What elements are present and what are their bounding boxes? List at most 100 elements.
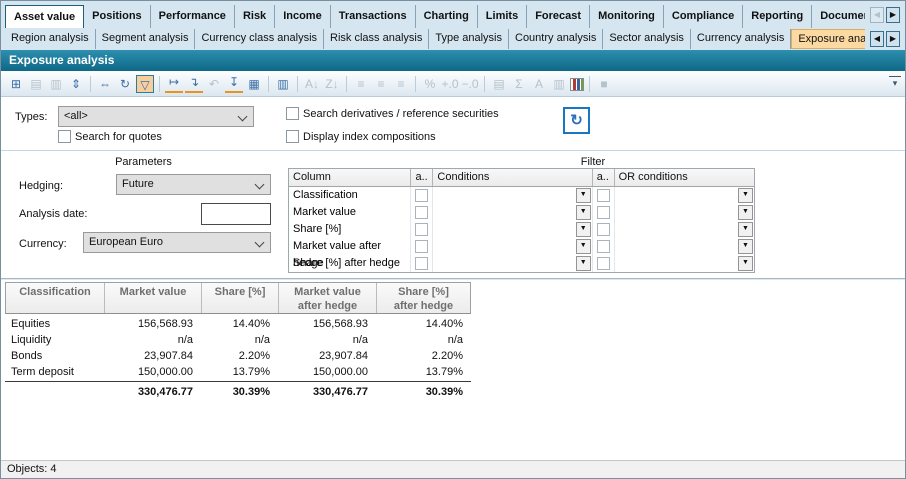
filter-or-conditions-combo[interactable]: ▼ (615, 187, 754, 204)
dropdown-arrow-icon[interactable]: ▼ (576, 222, 591, 237)
dropdown-arrow-icon[interactable]: ▼ (738, 188, 753, 203)
font-icon[interactable]: A (530, 75, 548, 93)
refresh-view-icon[interactable]: ↻ (116, 75, 134, 93)
align-center-icon[interactable]: ≡ (372, 75, 390, 93)
update-chart-icon[interactable]: ▦ (245, 75, 263, 93)
results-header-cell[interactable]: Share [%] after hedge (377, 283, 470, 313)
dropdown-arrow-icon[interactable]: ▼ (576, 239, 591, 254)
dropdown-arrow-icon[interactable]: ▼ (576, 256, 591, 271)
results-header-cell[interactable]: Share [%] (202, 283, 279, 313)
refresh-button[interactable]: ↻ (563, 107, 590, 134)
tab-document-archive[interactable]: Document arcl (812, 5, 865, 28)
tab-positions[interactable]: Positions (84, 5, 151, 28)
undo-icon[interactable]: ↶ (205, 75, 223, 93)
analysis-date-input[interactable] (201, 203, 271, 225)
results-header-cell[interactable]: Market value after hedge (279, 283, 377, 313)
filter-conditions-combo[interactable]: ▼ (433, 204, 592, 221)
tab-monitoring[interactable]: Monitoring (590, 5, 664, 28)
secondary-tabs-scroll-left-button[interactable]: ◀ (870, 31, 884, 47)
filter-or-checkbox[interactable] (597, 223, 610, 236)
bar-chart-icon[interactable] (570, 78, 584, 91)
tab-reporting[interactable]: Reporting (743, 5, 812, 28)
search-for-quotes-checkbox[interactable] (58, 130, 71, 143)
primary-tabs-scroll-left-button[interactable]: ◀ (870, 7, 884, 23)
align-right-icon[interactable]: ≡ (392, 75, 410, 93)
sum-icon[interactable]: Σ (510, 75, 528, 93)
dropdown-arrow-icon[interactable]: ▼ (576, 188, 591, 203)
filter-conditions-combo[interactable]: ▼ (433, 187, 592, 204)
maximize-view-icon[interactable]: ▤ (27, 75, 45, 93)
percent-format-icon[interactable]: % (421, 75, 439, 93)
secondary-tabs-scroll-right-button[interactable]: ▶ (886, 31, 900, 47)
filter-or-checkbox[interactable] (597, 206, 610, 219)
filter-or-conditions-combo[interactable]: ▼ (615, 255, 754, 272)
insert-column-icon[interactable]: ↦ (165, 75, 183, 93)
subtab-type-analysis[interactable]: Type analysis (429, 29, 509, 49)
filter-or-checkbox[interactable] (597, 189, 610, 202)
insert-row-icon[interactable]: ↴ (185, 75, 203, 93)
subtab-region-analysis[interactable]: Region analysis (5, 29, 96, 49)
dropdown-arrow-icon[interactable]: ▼ (738, 222, 753, 237)
subtab-sector-analysis[interactable]: Sector analysis (603, 29, 691, 49)
fit-width-icon[interactable]: ⇔ (96, 75, 114, 93)
filter-and-checkbox[interactable] (415, 206, 428, 219)
filter-or-conditions-combo[interactable]: ▼ (615, 238, 754, 255)
tab-performance[interactable]: Performance (151, 5, 235, 28)
filter-or-conditions-combo[interactable]: ▼ (615, 221, 754, 238)
table-row[interactable]: Term deposit 150,000.00 13.79% 150,000.0… (5, 364, 471, 380)
hedging-select[interactable]: Future (116, 174, 271, 195)
increase-decimals-icon[interactable]: +.0 (441, 75, 459, 93)
types-select[interactable]: <all> (58, 106, 254, 127)
dropdown-arrow-icon[interactable]: ▼ (738, 205, 753, 220)
display-index-compositions-checkbox[interactable] (286, 130, 299, 143)
row-settings-icon[interactable]: ▤ (490, 75, 508, 93)
subtab-segment-analysis[interactable]: Segment analysis (96, 29, 196, 49)
tab-forecast[interactable]: Forecast (527, 5, 590, 28)
results-header-cell[interactable]: Classification (6, 283, 105, 313)
column-settings-icon[interactable]: ▥ (550, 75, 568, 93)
sort-ascending-icon[interactable]: A↓ (303, 75, 321, 93)
currency-select[interactable]: European Euro (83, 232, 271, 253)
dropdown-arrow-icon[interactable]: ▼ (738, 239, 753, 254)
tab-risk[interactable]: Risk (235, 5, 275, 28)
tab-transactions[interactable]: Transactions (331, 5, 416, 28)
subtab-country-analysis[interactable]: Country analysis (509, 29, 603, 49)
tab-asset-value[interactable]: Asset value (5, 5, 84, 28)
filter-or-checkbox[interactable] (597, 240, 610, 253)
filter-and-checkbox[interactable] (415, 257, 428, 270)
filter-or-conditions-combo[interactable]: ▼ (615, 204, 754, 221)
subtab-currency-class-analysis[interactable]: Currency class analysis (195, 29, 324, 49)
filter-icon[interactable]: ▽ (136, 75, 154, 93)
table-row[interactable]: Bonds 23,907.84 2.20% 23,907.84 2.20% (5, 348, 471, 364)
primary-tabs-scroll-right-button[interactable]: ▶ (886, 7, 900, 23)
filter-and-checkbox[interactable] (415, 189, 428, 202)
filter-conditions-combo[interactable]: ▼ (433, 238, 592, 255)
export-report-icon[interactable]: ⊞ (7, 75, 25, 93)
toolbar-overflow-button[interactable]: ▾ (889, 76, 901, 91)
tab-charting[interactable]: Charting (416, 5, 478, 28)
filter-conditions-combo[interactable]: ▼ (433, 255, 592, 272)
filter-or-checkbox[interactable] (597, 257, 610, 270)
stop-icon[interactable]: ■ (595, 75, 613, 93)
decrease-decimals-icon[interactable]: −.0 (461, 75, 479, 93)
tab-limits[interactable]: Limits (478, 5, 527, 28)
subtab-risk-class-analysis[interactable]: Risk class analysis (324, 29, 429, 49)
sort-descending-icon[interactable]: Z↓ (323, 75, 341, 93)
filter-and-checkbox[interactable] (415, 240, 428, 253)
table-row[interactable]: Equities 156,568.93 14.40% 156,568.93 14… (5, 316, 471, 332)
import-data-icon[interactable]: ↧ (225, 75, 243, 93)
restore-view-icon[interactable]: ▥ (47, 75, 65, 93)
dropdown-arrow-icon[interactable]: ▼ (576, 205, 591, 220)
filter-and-checkbox[interactable] (415, 223, 428, 236)
filter-conditions-combo[interactable]: ▼ (433, 221, 592, 238)
results-header-cell[interactable]: Market value (105, 283, 202, 313)
subtab-currency-analysis[interactable]: Currency analysis (691, 29, 791, 49)
column-select-icon[interactable]: ▥ (274, 75, 292, 93)
dropdown-arrow-icon[interactable]: ▼ (738, 256, 753, 271)
tab-income[interactable]: Income (275, 5, 331, 28)
subtab-exposure-analysis[interactable]: Exposure analysis (791, 29, 865, 49)
fit-height-icon[interactable]: ⇕ (67, 75, 85, 93)
table-row[interactable]: Liquidity n/a n/a n/a n/a (5, 332, 471, 348)
tab-compliance[interactable]: Compliance (664, 5, 743, 28)
search-derivatives-checkbox[interactable] (286, 107, 299, 120)
